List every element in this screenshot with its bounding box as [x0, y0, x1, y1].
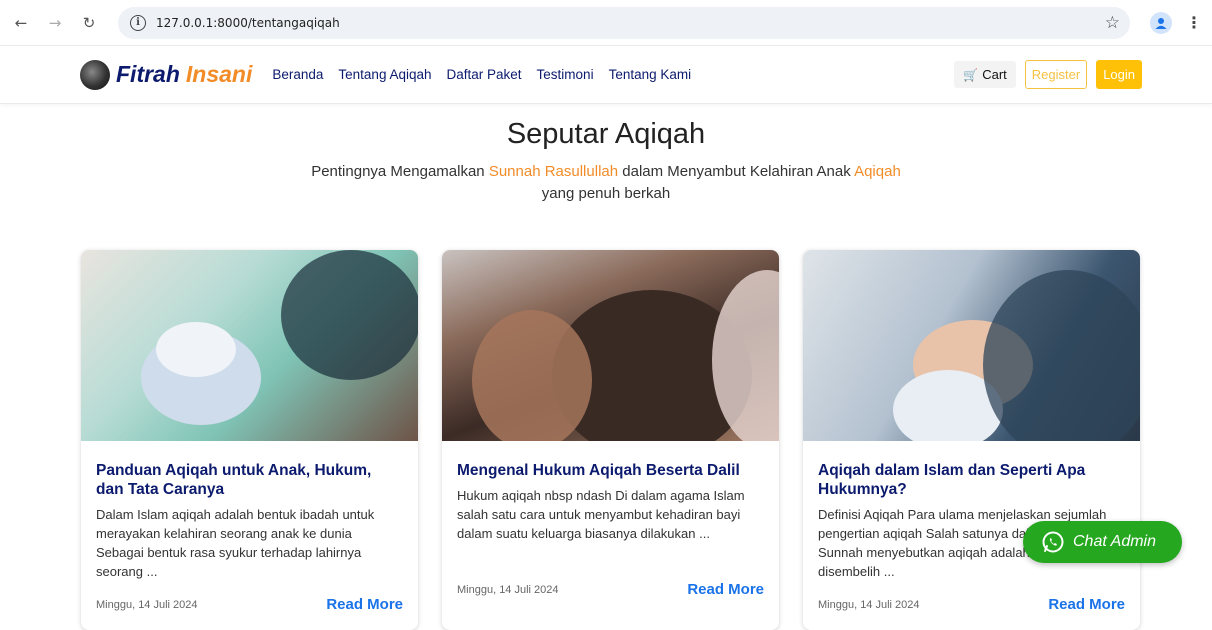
browser-toolbar: ← → ↻ i 127.0.0.1:8000/tentangaqiqah ☆ ⋮: [0, 0, 1212, 46]
logo-text-fitrah: Fitrah: [116, 61, 180, 87]
page-title: Seputar Aqiqah: [506, 118, 706, 150]
profile-avatar-icon[interactable]: [1150, 11, 1172, 34]
article-card[interactable]: Panduan Aqiqah untuk Anak, Hukum, dan Ta…: [81, 250, 418, 630]
menu-beranda[interactable]: Beranda: [272, 67, 323, 82]
back-arrow-icon[interactable]: ←: [10, 12, 32, 34]
article-date: Minggu, 14 Juli 2024: [96, 598, 198, 611]
article-description: Dalam Islam aqiqah adalah bentuk ibadah …: [96, 507, 375, 579]
page-subtitle: Pentingnya Mengamalkan Sunnah Rasullulla…: [0, 161, 1212, 205]
browser-menu-icon[interactable]: ⋮: [1186, 13, 1202, 32]
article-image[interactable]: [81, 250, 418, 441]
subtitle-highlight-aqiqah: Aqiqah: [854, 163, 901, 180]
menu-tentang-aqiqah[interactable]: Tentang Aqiqah: [338, 67, 431, 82]
article-image[interactable]: [442, 250, 779, 441]
whatsapp-icon: [1042, 531, 1064, 553]
bookmark-star-icon[interactable]: ☆: [1105, 13, 1120, 33]
main-menu: Beranda Tentang Aqiqah Daftar Paket Test…: [272, 67, 691, 82]
logo-text-insani: Insani: [185, 61, 253, 87]
subtitle-text-3: yang penuh berkah: [541, 185, 671, 202]
site-logo[interactable]: Fitrah Insani: [80, 59, 253, 90]
article-title[interactable]: Aqiqah dalam Islam dan Seperti Apa Hukum…: [818, 461, 1125, 499]
article-title[interactable]: Mengenal Hukum Aqiqah Beserta Dalil: [457, 461, 764, 480]
reload-icon[interactable]: ↻: [78, 12, 100, 34]
article-title[interactable]: Panduan Aqiqah untuk Anak, Hukum, dan Ta…: [96, 461, 403, 499]
menu-tentang-kami[interactable]: Tentang Kami: [609, 67, 692, 82]
menu-daftar-paket[interactable]: Daftar Paket: [447, 67, 522, 82]
cart-label: Cart: [982, 67, 1007, 82]
article-description: Hukum aqiqah nbsp ndash Di dalam agama I…: [457, 488, 745, 541]
article-list: Panduan Aqiqah untuk Anak, Hukum, dan Ta…: [81, 250, 1140, 630]
forward-arrow-icon[interactable]: →: [44, 12, 66, 34]
cart-icon: 🛒: [963, 67, 979, 82]
site-navbar: Fitrah Insani Beranda Tentang Aqiqah Daf…: [0, 46, 1212, 104]
read-more-link[interactable]: Read More: [1048, 596, 1125, 613]
article-image[interactable]: [803, 250, 1140, 441]
subtitle-text-2: dalam Menyambut Kelahiran Anak: [618, 163, 855, 180]
logo-image-icon: [80, 59, 110, 90]
subtitle-text-1: Pentingnya Mengamalkan: [311, 163, 489, 180]
login-button[interactable]: Login: [1096, 60, 1142, 89]
chat-admin-button[interactable]: Chat Admin: [1023, 521, 1182, 563]
article-date: Minggu, 14 Juli 2024: [457, 583, 559, 596]
article-card[interactable]: Mengenal Hukum Aqiqah Beserta Dalil Huku…: [442, 250, 779, 630]
read-more-link[interactable]: Read More: [687, 581, 764, 598]
read-more-link[interactable]: Read More: [326, 596, 403, 613]
site-info-icon[interactable]: i: [130, 14, 146, 31]
url-text[interactable]: 127.0.0.1:8000/tentangaqiqah: [156, 16, 1105, 30]
address-bar[interactable]: i 127.0.0.1:8000/tentangaqiqah ☆: [118, 6, 1130, 39]
article-footer: Minggu, 14 Juli 2024 Read More: [96, 596, 403, 613]
cart-button[interactable]: 🛒 Cart: [954, 61, 1016, 88]
article-footer: Minggu, 14 Juli 2024 Read More: [818, 596, 1125, 613]
article-card[interactable]: Aqiqah dalam Islam dan Seperti Apa Hukum…: [803, 250, 1140, 630]
register-button[interactable]: Register: [1024, 60, 1088, 89]
article-footer: Minggu, 14 Juli 2024 Read More: [457, 581, 764, 598]
chat-admin-label: Chat Admin: [1073, 533, 1156, 550]
article-date: Minggu, 14 Juli 2024: [818, 598, 920, 611]
subtitle-highlight-sunnah: Sunnah Rasullullah: [488, 163, 619, 180]
menu-testimoni[interactable]: Testimoni: [537, 67, 594, 82]
